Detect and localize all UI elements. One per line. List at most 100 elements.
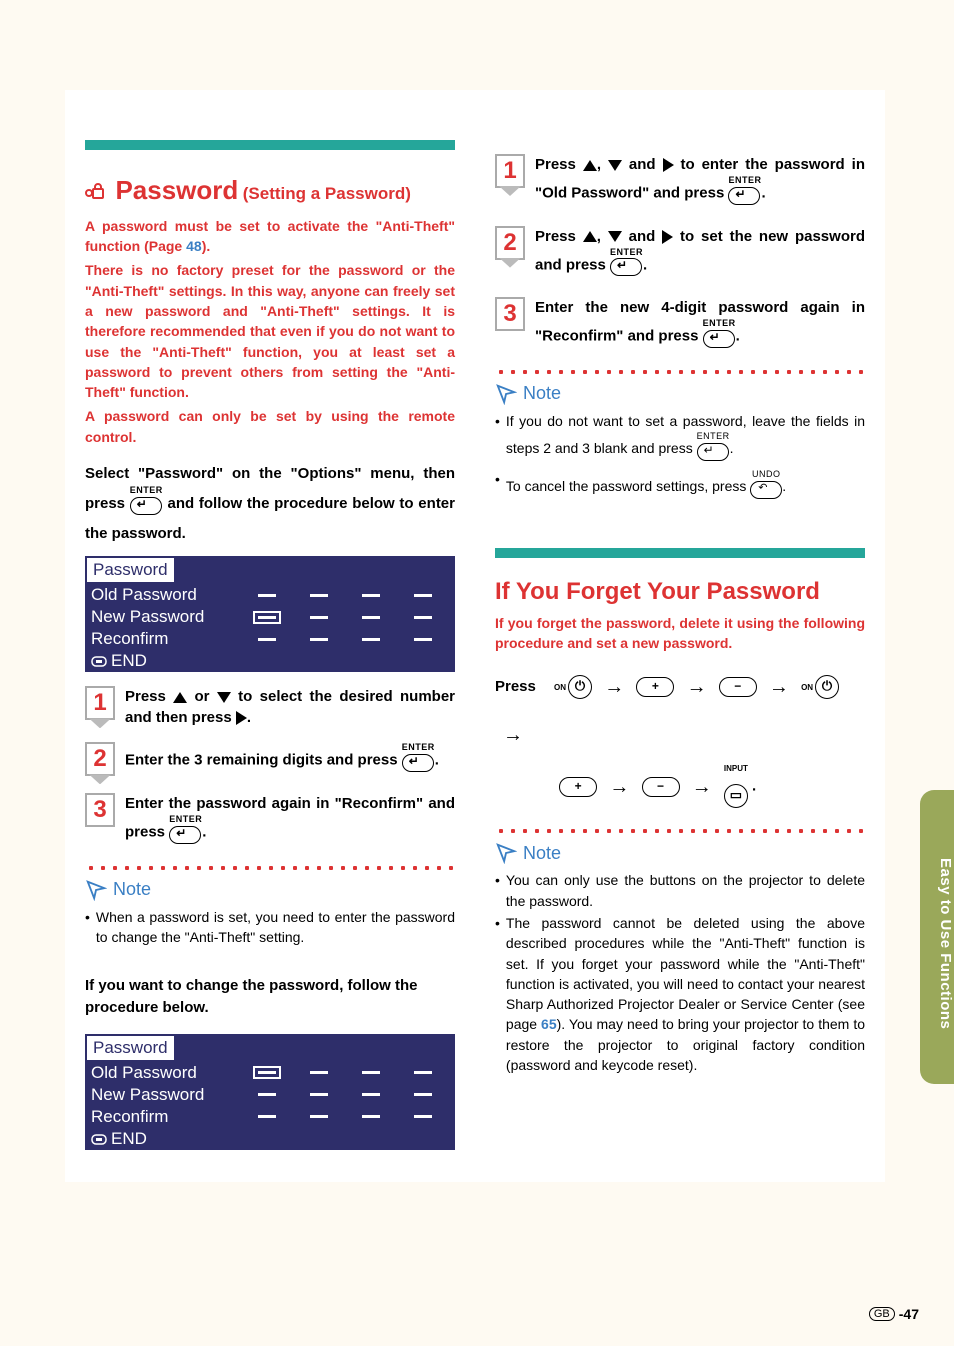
note-item: •If you do not want to set a password, l… [495, 411, 865, 468]
text: Press [535, 156, 583, 173]
note-item: •You can only use the buttons on the pro… [495, 870, 865, 911]
text: Press [535, 228, 583, 245]
press-sequence: Press ON⏻ → + → − → ON⏻ → + → − → INPUT▭… [495, 663, 865, 814]
label: END [111, 651, 147, 671]
intro-para-3: A password can only be set by using the … [85, 406, 455, 447]
dotted-separator [85, 865, 455, 871]
note-icon [495, 842, 517, 864]
note-item: •The password cannot be deleted using th… [495, 913, 865, 1075]
page-link-48[interactable]: 48 [186, 238, 202, 254]
step-badge: 3 [85, 793, 115, 827]
forgot-heading: If You Forget Your Password [495, 578, 820, 605]
step-number: 1 [85, 686, 115, 720]
label: Old Password [91, 1063, 241, 1083]
menu-screenshot-1: Password Old Password New Password Recon… [85, 556, 455, 672]
label: END [111, 1129, 147, 1149]
text: . [782, 478, 786, 494]
step-number: 1 [495, 154, 525, 188]
note-label: Note [523, 383, 561, 404]
enter-icon: ENTER [402, 741, 435, 778]
on-label: ON [801, 683, 813, 692]
label: Reconfirm [91, 629, 241, 649]
right-icon [662, 230, 673, 244]
up-icon [583, 160, 597, 171]
note-icon [495, 383, 517, 405]
menu-row-reconfirm: Reconfirm [85, 628, 455, 650]
text: . [761, 184, 765, 201]
on-button-icon: ⏻ [568, 675, 592, 699]
on-button-icon: ⏻ [815, 675, 839, 699]
text: and [622, 228, 662, 245]
arrow-icon: → [692, 763, 712, 811]
intro-para-2: There is no factory preset for the passw… [85, 260, 455, 402]
text: or [187, 688, 217, 705]
text: . [730, 440, 734, 456]
minus-button-icon: − [642, 777, 680, 797]
text: The password cannot be deleted using the… [506, 915, 865, 1032]
menu-header: Password [87, 558, 174, 582]
page-link-65[interactable]: 65 [541, 1016, 557, 1032]
step-number: 2 [495, 226, 525, 260]
page-number: GB -47 [869, 1306, 919, 1322]
menu-row-old: Old Password [85, 584, 455, 606]
step-text: Press , and to set the new password and … [535, 226, 865, 284]
label: Old Password [91, 585, 241, 605]
menu-screenshot-2: Password Old Password New Password Recon… [85, 1034, 455, 1150]
page-content: Password (Setting a Password) A password… [65, 90, 885, 1182]
change-intro: If you want to change the password, foll… [85, 975, 455, 1019]
up-icon [173, 692, 187, 703]
right-icon [663, 158, 674, 172]
note-item: •To cancel the password settings, press … [495, 469, 865, 505]
arrow-icon: → [503, 711, 523, 759]
text: , [597, 156, 608, 173]
intro-para-1: A password must be set to activate the "… [85, 216, 455, 257]
heading: Password (Setting a Password) [85, 174, 455, 208]
arrow-icon: → [609, 763, 629, 811]
step-badge: 1 [495, 154, 525, 188]
menu-row-new: New Password [85, 606, 455, 628]
forgot-intro: If you forget the password, delete it us… [495, 613, 865, 654]
right-step-3: 3 Enter the new 4-digit password again i… [495, 297, 865, 355]
dotted-separator [495, 369, 865, 375]
up-icon [583, 231, 597, 242]
menu-row-end: END [85, 1128, 455, 1150]
text: , [597, 228, 608, 245]
text: When a password is set, you need to ente… [96, 907, 455, 948]
step-badge: 2 [85, 742, 115, 776]
menu-row-old: Old Password [85, 1062, 455, 1084]
step-3: 3 Enter the password again in "Reconfirm… [85, 793, 455, 851]
step-2: 2 Enter the 3 remaining digits and press… [85, 742, 455, 779]
step-text: Enter the new 4-digit password again in … [535, 297, 865, 355]
note-item: •When a password is set, you need to ent… [85, 907, 455, 948]
text: Enter the 3 remaining digits and press [125, 752, 402, 769]
label: New Password [91, 607, 241, 627]
text: Press [125, 688, 173, 705]
dotted-separator [495, 828, 865, 834]
enter-icon: ENTER [130, 484, 163, 522]
text: . [247, 709, 251, 726]
text: A password must be set to activate the "… [85, 218, 455, 254]
section-divider [85, 140, 455, 150]
label: Reconfirm [91, 1107, 241, 1127]
text: . [736, 327, 740, 344]
on-label: ON [554, 683, 566, 692]
step-badge: 3 [495, 297, 525, 331]
enter-icon: ENTER [728, 174, 761, 211]
step-text: Enter the password again in "Reconfirm" … [125, 793, 455, 851]
menu-row-new: New Password [85, 1084, 455, 1106]
step-text: Press or to select the desired number an… [125, 686, 455, 728]
text: Enter the new 4-digit password again in … [535, 299, 865, 344]
enter-icon: ENTER [697, 430, 730, 466]
arrow-icon: → [769, 663, 789, 711]
step-number: 3 [85, 793, 115, 827]
input-label: INPUT [724, 759, 748, 778]
side-tab: Easy to Use Functions [920, 790, 954, 1084]
step-text: Press , and to enter the password in "Ol… [535, 154, 865, 212]
enter-icon: ENTER [703, 317, 736, 354]
enter-icon: ENTER [610, 246, 643, 283]
select-instruction: Select "Password" on the "Options" menu,… [85, 463, 455, 544]
arrow-icon: → [687, 663, 707, 711]
heading-title: Password [115, 175, 238, 205]
text: ). You may need to bring your projector … [506, 1016, 865, 1073]
text: To cancel the password settings, press [506, 478, 750, 494]
